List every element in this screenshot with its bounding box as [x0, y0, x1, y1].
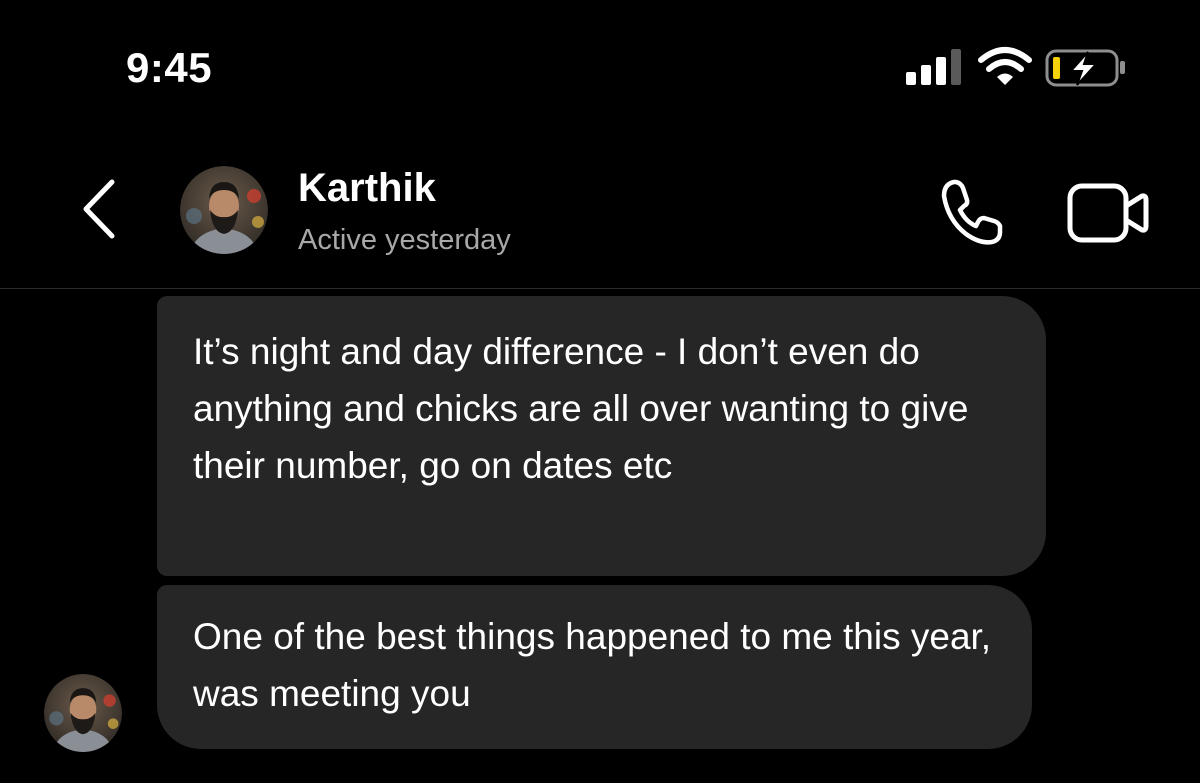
chat-header: Karthik Active yesterday — [0, 150, 1200, 289]
wifi-icon — [978, 47, 1032, 85]
battery-charging-icon — [1045, 49, 1125, 87]
contact-name[interactable]: Karthik — [298, 166, 436, 211]
contact-avatar[interactable] — [180, 166, 268, 254]
chevron-left-icon[interactable] — [76, 176, 124, 242]
message-bubble[interactable]: It’s night and day difference - I don’t … — [157, 296, 1046, 576]
phone-icon[interactable] — [936, 176, 1008, 248]
cellular-signal-icon — [906, 49, 961, 85]
status-bar: 9:45 — [0, 0, 1200, 140]
sender-avatar[interactable] — [44, 674, 122, 752]
message-bubble[interactable]: One of the best things happened to me th… — [157, 585, 1032, 749]
status-time: 9:45 — [126, 44, 213, 91]
video-camera-icon[interactable] — [1066, 180, 1150, 246]
contact-status: Active yesterday — [298, 224, 511, 256]
